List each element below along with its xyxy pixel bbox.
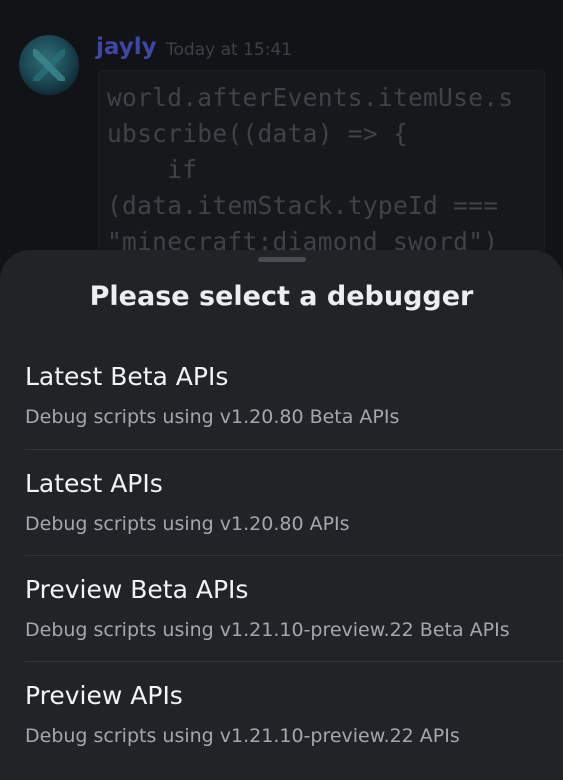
option-preview-beta-apis[interactable]: Preview Beta APIs Debug scripts using v1…: [0, 563, 563, 669]
option-description: Debug scripts using v1.20.80 Beta APIs: [25, 406, 400, 428]
drag-handle[interactable]: [258, 257, 306, 262]
code-line: ubscribe((data) => {: [107, 119, 409, 148]
user-avatar[interactable]: [19, 35, 79, 95]
option-label: Preview Beta APIs: [25, 575, 249, 604]
screen: jayly Today at 15:41 world.afterEvents.i…: [0, 0, 563, 780]
sheet-title: Please select a debugger: [89, 281, 474, 312]
option-preview-apis[interactable]: Preview APIs Debug scripts using v1.21.1…: [0, 669, 563, 775]
option-description: Debug scripts using v1.21.10-preview.22 …: [25, 619, 510, 641]
divider: [25, 449, 563, 450]
option-label: Latest Beta APIs: [25, 362, 229, 391]
option-latest-apis[interactable]: Latest APIs Debug scripts using v1.20.80…: [0, 457, 563, 563]
code-line: (data.itemStack.typeId ===: [107, 191, 499, 220]
option-description: Debug scripts using v1.20.80 APIs: [25, 513, 350, 535]
option-latest-beta-apis[interactable]: Latest Beta APIs Debug scripts using v1.…: [0, 350, 563, 456]
divider: [25, 661, 563, 662]
message-timestamp: Today at 15:41: [166, 40, 293, 60]
option-label: Latest APIs: [25, 469, 163, 498]
message-author[interactable]: jayly: [96, 34, 157, 60]
code-line: world.afterEvents.itemUse.s: [107, 83, 514, 112]
debugger-bottom-sheet: Please select a debugger Latest Beta API…: [0, 250, 563, 780]
option-description: Debug scripts using v1.21.10-preview.22 …: [25, 725, 460, 747]
divider: [25, 555, 563, 556]
code-line: if: [107, 155, 198, 184]
option-label: Preview APIs: [25, 681, 183, 710]
